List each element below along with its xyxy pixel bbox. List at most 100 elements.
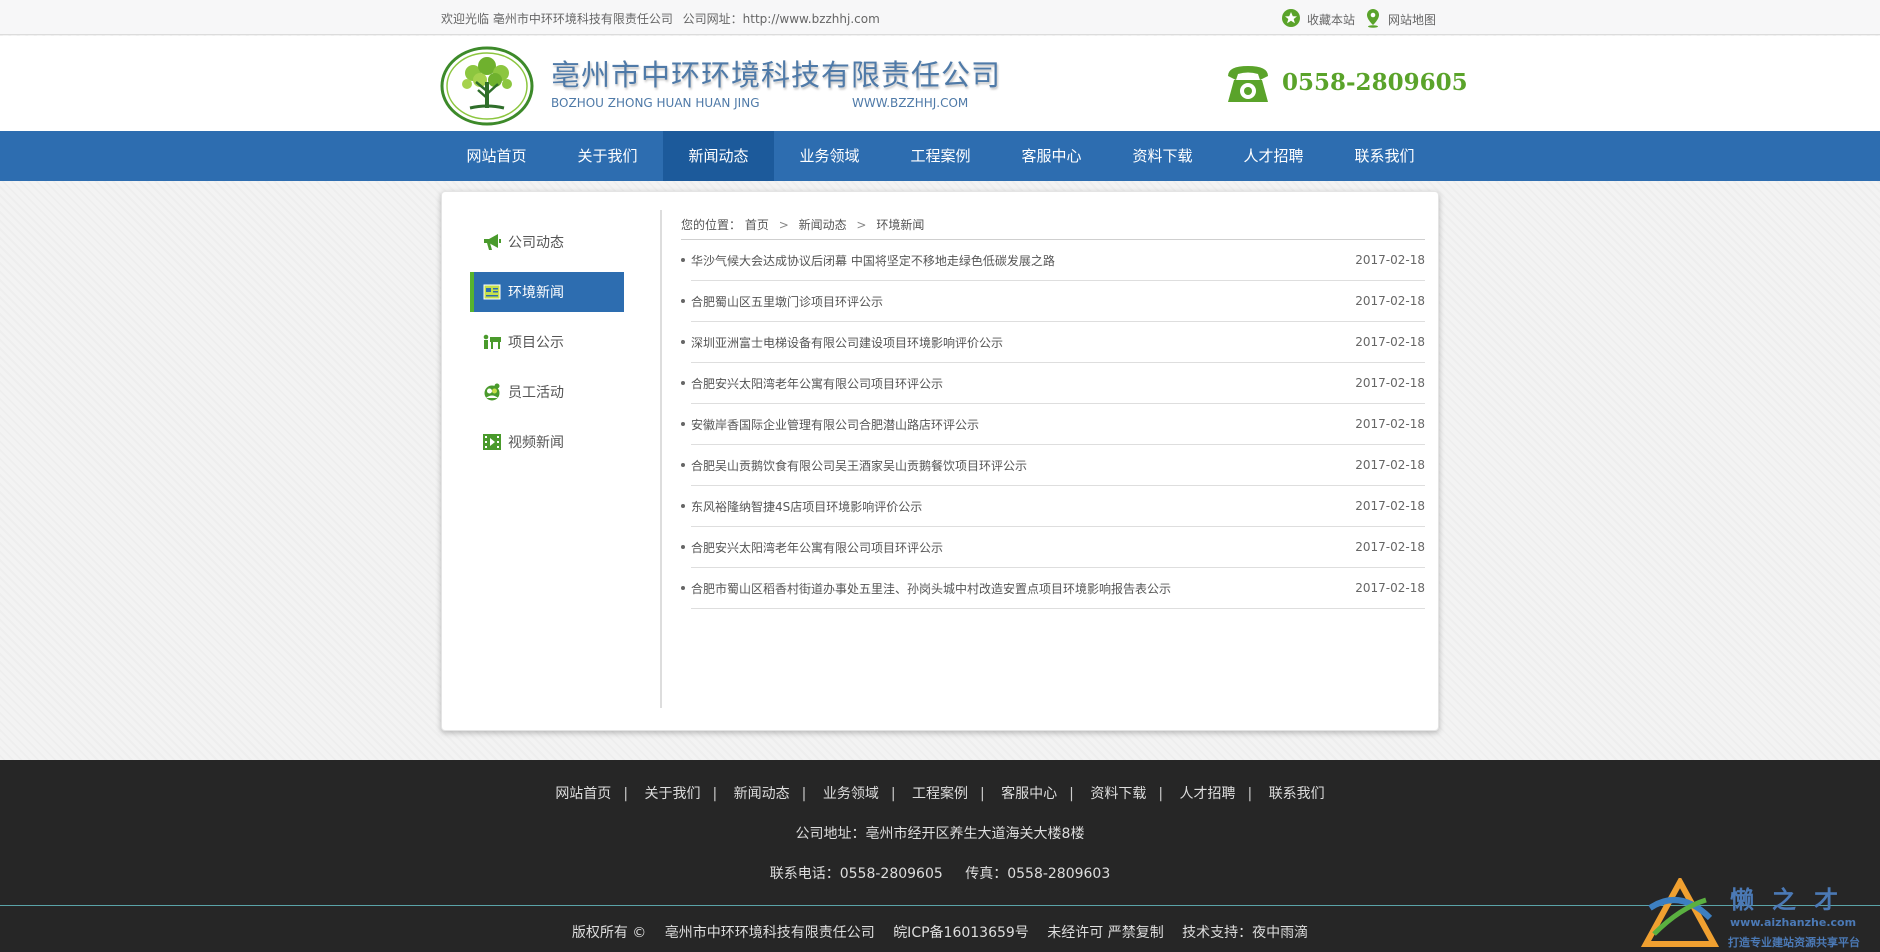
location-pin-icon xyxy=(1364,8,1382,31)
copyright-bar: 版权所有 © 亳州市中环环境科技有限责任公司 皖ICP备16013659号 未经… xyxy=(0,905,1880,952)
sidebar-item-label: 公司动态 xyxy=(508,235,564,251)
company-logo[interactable] xyxy=(440,46,534,130)
sitemap-link[interactable]: 网站地图 xyxy=(1364,8,1436,31)
footer-link-downloads[interactable]: 资料下载 xyxy=(1090,786,1146,802)
list-item: 安徽岸香国际企业管理有限公司合肥潜山路店环评公示 2017-02-18 xyxy=(680,404,1425,445)
news-title-link[interactable]: 安徽岸香国际企业管理有限公司合肥潜山路店环评公示 xyxy=(680,416,979,433)
news-title-link[interactable]: 华沙气候大会达成协议后闭幕 中国将坚定不移地走绿色低碳发展之路 xyxy=(681,252,1055,269)
sidebar-item-label: 环境新闻 xyxy=(508,285,564,301)
divider xyxy=(660,210,662,708)
footer-link-jobs[interactable]: 人才招聘 xyxy=(1180,786,1236,802)
news-date: 2017-02-18 xyxy=(1355,458,1425,472)
news-title-link[interactable]: 深圳亚洲富士电梯设备有限公司建设项目环境影响评价公示 xyxy=(680,334,1003,351)
sidebar-item-label: 员工活动 xyxy=(508,385,564,401)
news-date: 2017-02-18 xyxy=(1355,253,1425,267)
footer-separator: | xyxy=(980,786,985,802)
nav-item-contact[interactable]: 联系我们 xyxy=(1329,131,1440,181)
nav-item-cases[interactable]: 工程案例 xyxy=(885,131,996,181)
nav-item-business[interactable]: 业务领域 xyxy=(774,131,885,181)
list-item: 合肥安兴太阳湾老年公寓有限公司项目环评公示 2017-02-18 xyxy=(680,527,1425,568)
news-title-link[interactable]: 合肥吴山贡鹅饮食有限公司吴王酒家吴山贡鹅餐饮项目环评公示 xyxy=(680,457,1027,474)
footer-fax: 传真：0558-2809603 xyxy=(965,866,1111,882)
megaphone-icon xyxy=(482,232,502,252)
nav-item-downloads[interactable]: 资料下载 xyxy=(1107,131,1218,181)
nav-item-service[interactable]: 客服中心 xyxy=(996,131,1107,181)
breadcrumb-current[interactable]: 环境新闻 xyxy=(876,218,924,232)
favorite-label: 收藏本站 xyxy=(1307,13,1356,27)
news-date: 2017-02-18 xyxy=(1355,294,1425,308)
sidebar-item-staff-activities[interactable]: 员工活动 xyxy=(470,372,624,412)
header: 亳州市中环环境科技有限责任公司 BOZHOU ZHONG HUAN HUAN J… xyxy=(0,36,1880,131)
watermark-url: www.aizhanzhe.com xyxy=(1730,916,1857,929)
nav-item-about[interactable]: 关于我们 xyxy=(552,131,663,181)
projects-icon xyxy=(482,332,502,352)
list-item: 深圳亚洲富士电梯设备有限公司建设项目环境影响评价公示 2017-02-18 xyxy=(680,322,1425,363)
watermark: 懒之才 www.aizhanzhe.com 打造专业建站资源共享平台 xyxy=(1640,878,1880,952)
footer-link-about[interactable]: 关于我们 xyxy=(644,786,700,802)
phone-number: 0558-2809605 xyxy=(1282,69,1468,96)
footer-link-contact[interactable]: 联系我们 xyxy=(1269,786,1325,802)
footer-address: 公司地址：亳州市经开区养生大道海关大楼8楼 xyxy=(795,826,1085,842)
news-date: 2017-02-18 xyxy=(1355,417,1425,431)
copyright-label: 版权所有 © xyxy=(571,925,647,941)
footer-separator: | xyxy=(1247,786,1253,802)
company-website: WWW.BZZHHJ.COM xyxy=(852,96,969,110)
watermark-logo-icon xyxy=(1640,878,1720,947)
news-title-link[interactable]: 合肥安兴太阳湾老年公寓有限公司项目环评公示 xyxy=(680,539,943,556)
footer-separator: | xyxy=(1069,786,1074,802)
footer-link-news[interactable]: 新闻动态 xyxy=(734,786,790,802)
favorite-link[interactable]: 收藏本站 xyxy=(1281,8,1355,31)
icp-number[interactable]: 皖ICP备16013659号 xyxy=(893,925,1029,941)
breadcrumb-home[interactable]: 首页 xyxy=(745,218,769,232)
top-bar: 欢迎光临 亳州市中环环境科技有限责任公司 公司网址：http://www.bzz… xyxy=(0,0,1880,35)
news-date: 2017-02-18 xyxy=(1355,335,1425,349)
footer-separator: | xyxy=(623,786,629,802)
film-icon xyxy=(482,432,502,452)
news-date: 2017-02-18 xyxy=(1355,499,1425,513)
telephone-icon xyxy=(1224,62,1272,110)
footer-link-business[interactable]: 业务领域 xyxy=(823,786,879,802)
sidebar-item-environment-news[interactable]: 环境新闻 xyxy=(470,272,624,312)
news-title-link[interactable]: 合肥蜀山区五里墩门诊项目环评公示 xyxy=(680,293,883,310)
footer-separator: | xyxy=(1158,786,1164,802)
watermark-brand: 懒之才 xyxy=(1730,885,1856,914)
footer-link-service[interactable]: 客服中心 xyxy=(1001,786,1057,802)
sidebar-item-video-news[interactable]: 视频新闻 xyxy=(470,422,624,462)
news-list: 华沙气候大会达成协议后闭幕 中国将坚定不移地走绿色低碳发展之路 2017-02-… xyxy=(680,240,1425,609)
company-url[interactable]: 公司网址：http://www.bzzhhj.com xyxy=(683,12,880,26)
list-item: 合肥吴山贡鹅饮食有限公司吴王酒家吴山贡鹅餐饮项目环评公示 2017-02-18 xyxy=(680,445,1425,486)
breadcrumb-separator: > xyxy=(778,218,789,232)
nav-item-jobs[interactable]: 人才招聘 xyxy=(1218,131,1329,181)
main-nav: 网站首页 关于我们 新闻动态 业务领域 工程案例 客服中心 资料下载 人才招聘 … xyxy=(0,131,1880,181)
footer-tel: 联系电话：0558-2809605 xyxy=(769,866,943,882)
list-item: 东风裕隆纳智捷4S店项目环境影响评价公示 2017-02-18 xyxy=(680,486,1425,527)
breadcrumb-prefix: 您的位置： xyxy=(681,218,742,232)
watermark-slogan: 打造专业建站资源共享平台 xyxy=(1728,936,1860,949)
copy-notice: 未经许可 严禁复制 xyxy=(1047,925,1164,941)
footer-contact: 联系电话：0558-2809605 传真：0558-2809603 xyxy=(0,863,1880,883)
sidebar-item-company-news[interactable]: 公司动态 xyxy=(470,222,624,262)
footer-link-cases[interactable]: 工程案例 xyxy=(912,786,968,802)
news-date: 2017-02-18 xyxy=(1355,376,1425,390)
news-title-link[interactable]: 合肥安兴太阳湾老年公寓有限公司项目环评公示 xyxy=(680,375,943,392)
news-title-link[interactable]: 合肥市蜀山区稻香村街道办事处五里洼、孙岗头城中村改造安置点项目环境影响报告表公示 xyxy=(680,580,1171,597)
footer-separator: | xyxy=(890,786,896,802)
footer-link-home[interactable]: 网站首页 xyxy=(555,786,611,802)
welcome-label: 欢迎光临 亳州市中环环境科技有限责任公司 xyxy=(441,12,673,26)
welcome-text: 欢迎光临 亳州市中环环境科技有限责任公司 公司网址：http://www.bzz… xyxy=(441,10,880,27)
copyright: 版权所有 © 亳州市中环环境科技有限责任公司 皖ICP备16013659号 未经… xyxy=(0,922,1880,942)
nav-item-news[interactable]: 新闻动态 xyxy=(663,131,774,181)
breadcrumb: 您的位置： 首页 > 新闻动态 > 环境新闻 xyxy=(681,216,1425,240)
sidebar: 公司动态 环境新闻 项目公示 员工活动 视频新闻 xyxy=(470,222,624,472)
star-icon xyxy=(1281,8,1301,31)
company-name: 亳州市中环环境科技有限责任公司 xyxy=(551,58,1002,92)
sidebar-item-label: 项目公示 xyxy=(508,335,564,351)
nav-item-home[interactable]: 网站首页 xyxy=(441,131,552,181)
list-item: 华沙气候大会达成协议后闭幕 中国将坚定不移地走绿色低碳发展之路 2017-02-… xyxy=(681,240,1425,281)
sidebar-item-label: 视频新闻 xyxy=(508,435,564,451)
news-title-link[interactable]: 东风裕隆纳智捷4S店项目环境影响评价公示 xyxy=(680,498,922,515)
footer: 网站首页 | 关于我们 | 新闻动态 | 业务领域 | 工程案例 | 客服中心 | 资料下载… xyxy=(0,760,1880,952)
breadcrumb-news[interactable]: 新闻动态 xyxy=(799,218,847,232)
tech-support: 技术支持：夜中雨滴 xyxy=(1182,925,1309,941)
sidebar-item-project-notice[interactable]: 项目公示 xyxy=(470,322,624,362)
